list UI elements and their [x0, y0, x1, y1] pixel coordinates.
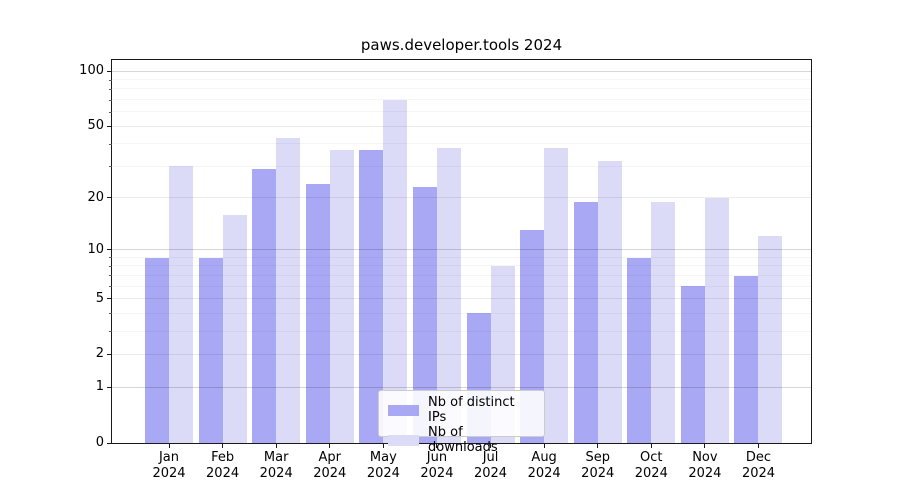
x-tick-jan — [169, 444, 170, 448]
x-tick-oct — [651, 444, 652, 448]
gridline-y-4 — [112, 313, 811, 314]
gridline-y-1 — [112, 387, 811, 388]
gridline-y-2 — [112, 354, 811, 355]
gridline-y-9 — [112, 257, 811, 258]
y-tick-20 — [107, 197, 112, 198]
y-tick-label-50: 50 — [0, 118, 104, 134]
y-minor-tick-9 — [109, 257, 112, 258]
y-tick-label-2: 2 — [0, 346, 104, 362]
gridline-y-90 — [112, 79, 811, 80]
y-tick-label-1: 1 — [0, 379, 104, 395]
x-tick-feb — [222, 444, 223, 448]
x-tick-dec — [758, 444, 759, 448]
legend-label-distinct-ips: Nb of distinct IPs — [428, 395, 535, 425]
figure: paws.developer.tools 2024 1005020105210J… — [0, 0, 900, 500]
gridline-y-40 — [112, 143, 811, 144]
x-tick-label-mar: Mar2024 — [260, 450, 293, 482]
legend: Nb of distinct IPs Nb of downloads — [378, 390, 545, 437]
x-tick-label-dec: Dec2024 — [742, 450, 775, 482]
chart-title: paws.developer.tools 2024 — [112, 36, 811, 55]
y-tick-label-10: 10 — [0, 242, 104, 258]
gridline-y-7 — [112, 275, 811, 276]
gridline-y-50 — [112, 126, 811, 127]
legend-label-downloads: Nb of downloads — [428, 425, 535, 455]
gridline-y-20 — [112, 197, 811, 198]
legend-swatch-downloads — [388, 435, 419, 446]
gridline-y-10 — [112, 249, 811, 250]
y-tick-50 — [107, 126, 112, 127]
x-tick-sep — [597, 444, 598, 448]
y-minor-tick-8 — [109, 266, 112, 267]
y-tick-100 — [107, 71, 112, 72]
x-tick-mar — [276, 444, 277, 448]
gridline-y-6 — [112, 286, 811, 287]
plot-area — [111, 59, 812, 444]
y-tick-label-5: 5 — [0, 291, 104, 307]
x-tick-apr — [329, 444, 330, 448]
y-tick-0 — [107, 443, 112, 444]
y-minor-tick-6 — [109, 286, 112, 287]
gridline-y-8 — [112, 265, 811, 266]
y-minor-tick-90 — [109, 80, 112, 81]
y-tick-2 — [107, 354, 112, 355]
x-tick-may — [383, 444, 384, 448]
legend-swatch-distinct-ips — [388, 405, 419, 416]
y-minor-tick-60 — [109, 112, 112, 113]
y-minor-tick-30 — [109, 166, 112, 167]
y-minor-tick-40 — [109, 144, 112, 145]
gridline-y-60 — [112, 111, 811, 112]
grid-layer — [112, 60, 811, 443]
gridline-y-3 — [112, 331, 811, 332]
x-tick-label-oct: Oct2024 — [635, 450, 668, 482]
x-tick-label-jan: Jan2024 — [152, 450, 185, 482]
y-minor-tick-3 — [109, 331, 112, 332]
x-tick-nov — [704, 444, 705, 448]
y-tick-10 — [107, 249, 112, 250]
y-minor-tick-7 — [109, 275, 112, 276]
y-tick-label-100: 100 — [0, 63, 104, 79]
y-tick-label-0: 0 — [0, 435, 104, 451]
gridline-y-100 — [112, 71, 811, 72]
gridline-y-70 — [112, 99, 811, 100]
x-tick-label-nov: Nov2024 — [688, 450, 721, 482]
y-minor-tick-4 — [109, 313, 112, 314]
x-tick-label-feb: Feb2024 — [206, 450, 239, 482]
x-tick-label-apr: Apr2024 — [313, 450, 346, 482]
y-tick-5 — [107, 298, 112, 299]
gridline-y-80 — [112, 88, 811, 89]
gridline-y-30 — [112, 166, 811, 167]
y-minor-tick-70 — [109, 100, 112, 101]
x-tick-label-sep: Sep2024 — [581, 450, 614, 482]
gridline-y-5 — [112, 298, 811, 299]
y-tick-label-20: 20 — [0, 190, 104, 206]
y-minor-tick-80 — [109, 89, 112, 90]
y-tick-1 — [107, 387, 112, 388]
legend-item-downloads: Nb of downloads — [388, 425, 535, 455]
legend-item-distinct-ips: Nb of distinct IPs — [388, 395, 535, 425]
x-tick-aug — [544, 444, 545, 448]
